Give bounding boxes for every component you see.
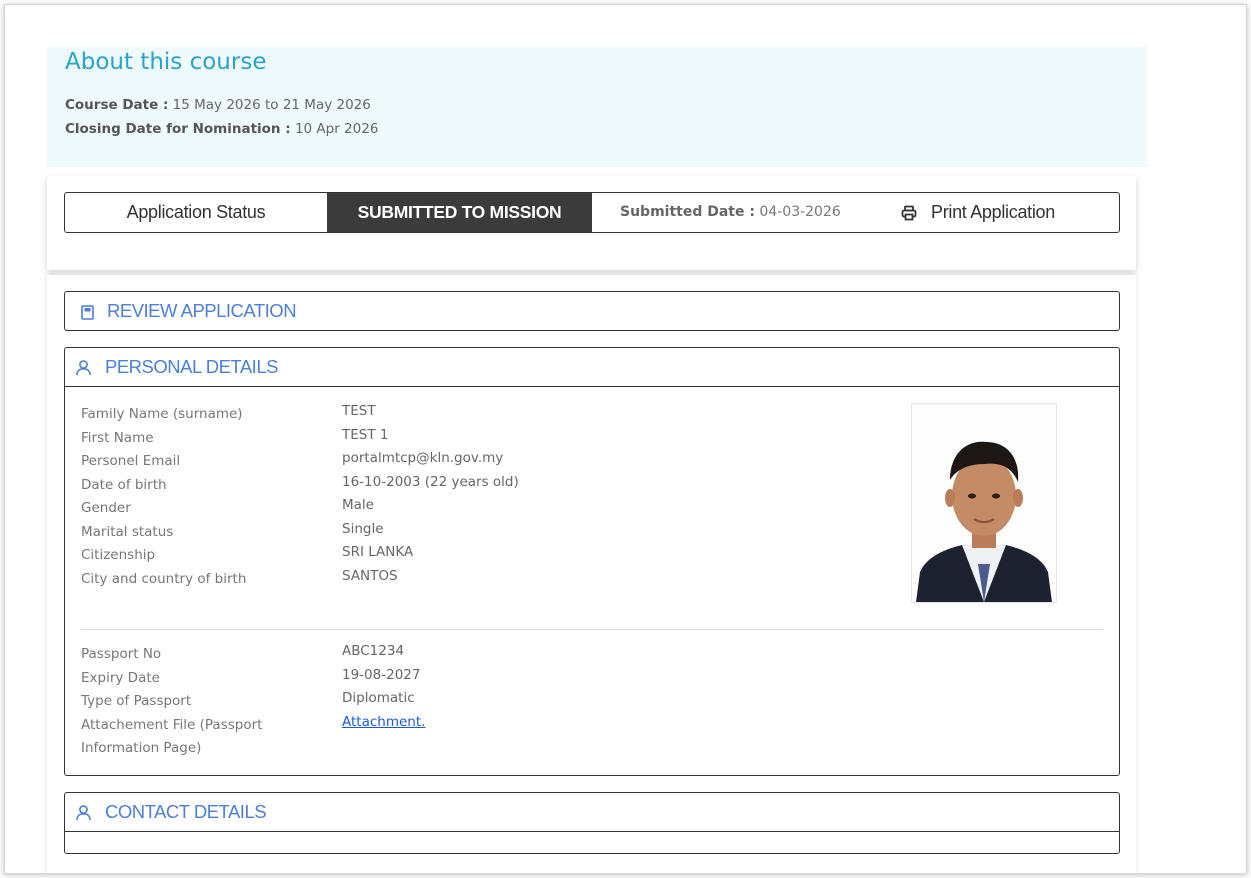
submitted-date-value: 04-03-2026: [759, 204, 841, 220]
submitted-date-label: Submitted Date :: [620, 204, 755, 220]
field-label: Citizenship: [81, 547, 156, 563]
field-value: Diplomatic: [342, 690, 415, 706]
course-date-label: Course Date :: [65, 97, 169, 113]
review-application-panel[interactable]: REVIEW APPLICATION: [64, 291, 1120, 331]
field-label: Gender: [81, 500, 131, 516]
field-label: Type of Passport: [81, 693, 192, 709]
field-value: Male: [342, 497, 374, 513]
field-label: First Name: [81, 429, 154, 446]
applicant-photo: [911, 403, 1057, 603]
section-divider: [81, 629, 1103, 630]
review-application-header[interactable]: REVIEW APPLICATION: [65, 292, 1119, 330]
application-status-label: Application Status: [126, 202, 266, 222]
field-value: 19-08-2027: [342, 666, 421, 683]
closing-date: Closing Date for Nomination : 10 Apr 202…: [65, 121, 378, 137]
print-application-label: Print Application: [931, 202, 1055, 222]
user-icon: [75, 356, 105, 377]
page-frame: About this course Course Date : 15 May 2…: [4, 4, 1247, 874]
field-value: SANTOS: [342, 567, 398, 584]
field-value: TEST 1: [342, 426, 389, 443]
course-date: Course Date : 15 May 2026 to 21 May 2026: [65, 97, 371, 113]
application-card: REVIEW APPLICATION PERSONAL DETAILS Fami…: [47, 275, 1136, 873]
course-date-value: 15 May 2026 to 21 May 2026: [172, 97, 371, 113]
about-course-banner: About this course Course Date : 15 May 2…: [47, 47, 1148, 167]
attachment-link[interactable]: Attachment.: [342, 714, 425, 730]
field-label: Expiry Date: [81, 669, 160, 686]
field-value: 16-10-2003 (22 years old): [342, 473, 519, 490]
closing-date-label: Closing Date for Nomination :: [65, 121, 291, 137]
field-label: Marital status: [81, 523, 174, 540]
status-card: Application Status SUBMITTED TO MISSION …: [47, 176, 1136, 270]
field-value: ABC1234: [342, 643, 405, 659]
closing-date-value: 10 Apr 2026: [294, 121, 379, 137]
printer-icon: [901, 202, 931, 222]
field-label: Family Name (surname): [81, 406, 243, 422]
user-icon: [75, 801, 105, 822]
field-value: SRI LANKA: [342, 544, 414, 560]
personal-details-header[interactable]: PERSONAL DETAILS: [65, 348, 1119, 387]
personal-details-title: PERSONAL DETAILS: [105, 356, 278, 377]
print-application-button[interactable]: Print Application: [901, 193, 1055, 232]
review-application-label: REVIEW APPLICATION: [107, 300, 297, 321]
field-label: Date of birth: [81, 476, 167, 493]
contact-details-header[interactable]: CONTACT DETAILS: [65, 793, 1119, 832]
field-label: City and country of birth: [81, 570, 247, 587]
field-label: Personel Email: [81, 453, 181, 469]
field-value: portalmtcp@kln.gov.my: [342, 450, 504, 466]
field-label: Passport No: [81, 646, 162, 662]
status-badge: SUBMITTED TO MISSION: [327, 193, 592, 232]
submitted-date: Submitted Date : 04-03-2026: [620, 193, 841, 232]
contact-details-title: CONTACT DETAILS: [105, 801, 267, 822]
field-value: Attachment.: [342, 714, 762, 730]
personal-details-panel: PERSONAL DETAILS Family Name (surname) T…: [64, 347, 1120, 776]
about-title: About this course: [65, 49, 267, 75]
save-icon: [81, 300, 107, 321]
field-value: Single: [342, 520, 384, 537]
field-label: Attachement File (Passport Information P…: [81, 716, 263, 757]
contact-details-panel: CONTACT DETAILS: [64, 792, 1120, 854]
status-bar: Application Status SUBMITTED TO MISSION …: [64, 192, 1120, 233]
field-value: TEST: [342, 403, 376, 419]
